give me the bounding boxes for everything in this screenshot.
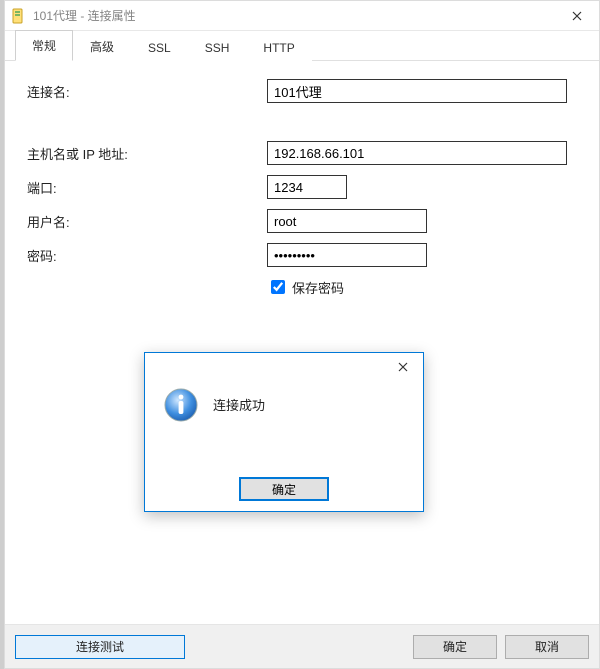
app-icon: [11, 8, 27, 24]
cancel-button[interactable]: 取消: [505, 635, 589, 659]
window-close-button[interactable]: [554, 1, 599, 31]
button-bar: 连接测试 确定 取消: [5, 624, 599, 668]
test-connection-button[interactable]: 连接测试: [15, 635, 185, 659]
user-label: 用户名:: [27, 212, 267, 231]
dialog-titlebar: [145, 353, 423, 381]
window-title: 101代理 - 连接属性: [33, 7, 554, 24]
user-input[interactable]: [267, 209, 427, 233]
port-label: 端口:: [27, 178, 267, 197]
connection-name-input[interactable]: [267, 79, 567, 103]
host-input[interactable]: [267, 141, 567, 165]
tab-bar: 常规 高级 SSL SSH HTTP: [5, 31, 599, 61]
info-icon: [163, 387, 199, 423]
form-area: 连接名: 主机名或 IP 地址: 端口: 用户名: 密码: 保存密码: [5, 61, 599, 624]
dialog-close-button[interactable]: [383, 353, 423, 381]
host-label: 主机名或 IP 地址:: [27, 144, 267, 163]
connection-properties-window: 101代理 - 连接属性 常规 高级 SSL SSH HTTP 连接名: 主机名…: [4, 0, 600, 669]
password-label: 密码:: [27, 246, 267, 265]
port-input[interactable]: [267, 175, 347, 199]
titlebar: 101代理 - 连接属性: [5, 1, 599, 31]
save-password-label: 保存密码: [292, 278, 344, 297]
ok-button[interactable]: 确定: [413, 635, 497, 659]
dialog-message: 连接成功: [213, 387, 265, 414]
connection-name-label: 连接名:: [27, 82, 267, 101]
tab-http[interactable]: HTTP: [246, 34, 311, 61]
tab-general[interactable]: 常规: [15, 30, 73, 61]
dialog-ok-button[interactable]: 确定: [239, 477, 329, 501]
tab-ssl[interactable]: SSL: [131, 34, 188, 61]
password-input[interactable]: [267, 243, 427, 267]
message-dialog: 连接成功 确定: [144, 352, 424, 512]
save-password-checkbox[interactable]: [271, 280, 285, 294]
tab-ssh[interactable]: SSH: [188, 34, 247, 61]
tab-advanced[interactable]: 高级: [73, 31, 131, 61]
